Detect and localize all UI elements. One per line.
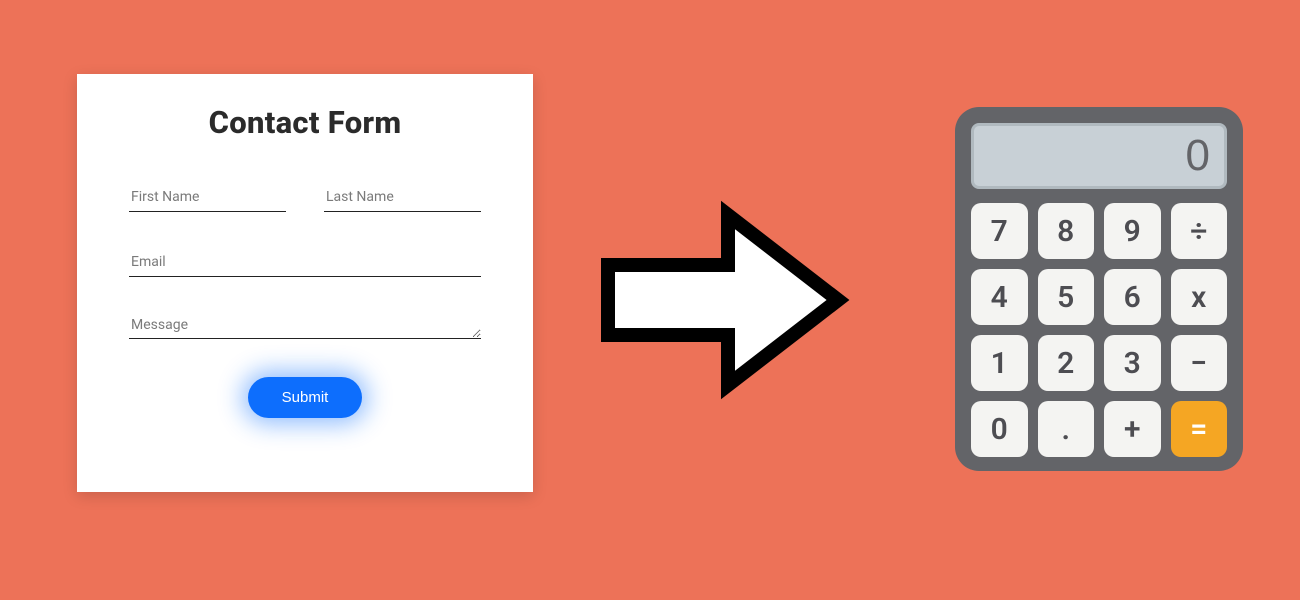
calculator: 0 7 8 9 ÷ 4 5 6 x 1 2 3 − 0 . + = bbox=[955, 107, 1243, 471]
key-add[interactable]: + bbox=[1104, 401, 1161, 457]
key-6[interactable]: 6 bbox=[1104, 269, 1161, 325]
name-row bbox=[129, 183, 481, 212]
email-field[interactable] bbox=[129, 248, 481, 277]
arrow-icon bbox=[588, 195, 858, 405]
form-title: Contact Form bbox=[129, 104, 481, 141]
key-1[interactable]: 1 bbox=[971, 335, 1028, 391]
message-row bbox=[129, 311, 481, 343]
email-row bbox=[129, 248, 481, 277]
calculator-keypad: 7 8 9 ÷ 4 5 6 x 1 2 3 − 0 . + = bbox=[971, 203, 1227, 457]
key-9[interactable]: 9 bbox=[1104, 203, 1161, 259]
key-4[interactable]: 4 bbox=[971, 269, 1028, 325]
submit-wrap: Submit bbox=[129, 377, 481, 418]
message-field[interactable] bbox=[129, 311, 481, 339]
submit-button[interactable]: Submit bbox=[248, 377, 363, 418]
first-name-field[interactable] bbox=[129, 183, 286, 212]
key-subtract[interactable]: − bbox=[1171, 335, 1228, 391]
key-2[interactable]: 2 bbox=[1038, 335, 1095, 391]
key-equals[interactable]: = bbox=[1171, 401, 1228, 457]
key-multiply[interactable]: x bbox=[1171, 269, 1228, 325]
key-5[interactable]: 5 bbox=[1038, 269, 1095, 325]
key-8[interactable]: 8 bbox=[1038, 203, 1095, 259]
last-name-field[interactable] bbox=[324, 183, 481, 212]
calculator-display: 0 bbox=[971, 123, 1227, 189]
key-3[interactable]: 3 bbox=[1104, 335, 1161, 391]
contact-form-card: Contact Form Submit bbox=[77, 74, 533, 492]
key-0[interactable]: 0 bbox=[971, 401, 1028, 457]
key-7[interactable]: 7 bbox=[971, 203, 1028, 259]
key-divide[interactable]: ÷ bbox=[1171, 203, 1228, 259]
key-dot[interactable]: . bbox=[1038, 401, 1095, 457]
